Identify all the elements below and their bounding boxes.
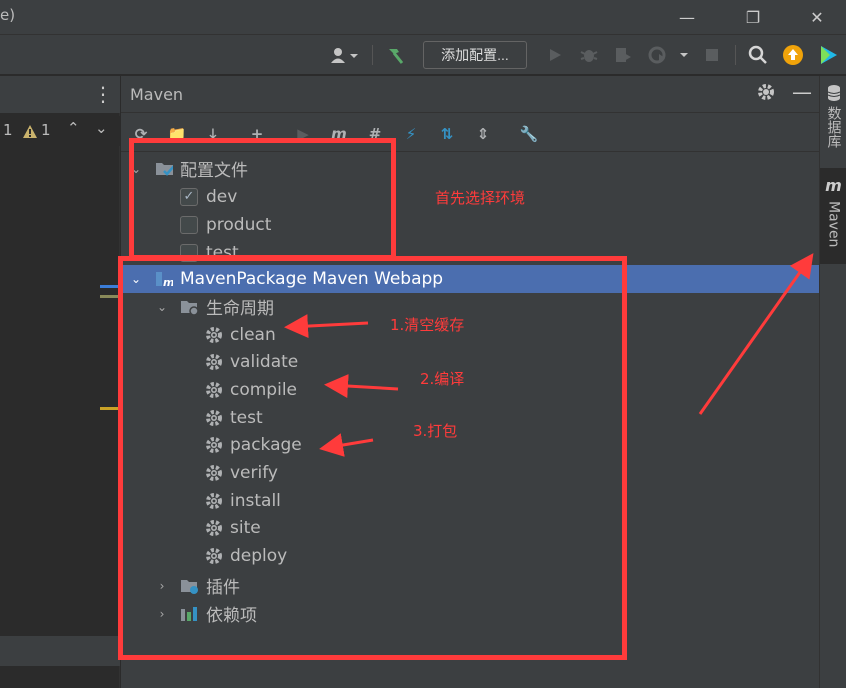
database-icon — [827, 85, 840, 101]
hide-button[interactable]: — — [792, 80, 812, 104]
build-tools-settings-button[interactable]: 🔧 — [518, 123, 540, 145]
chevron-down-icon[interactable]: ⌄ — [95, 119, 108, 137]
run-button[interactable] — [544, 43, 566, 67]
main-toolbar: 添加配置... — [0, 35, 846, 75]
maven-tab-label: Maven — [825, 201, 842, 248]
editor-tab-bar: ⋮ — [0, 76, 120, 113]
change-marker — [100, 407, 120, 410]
settings-button[interactable] — [756, 82, 776, 106]
user-icon — [331, 48, 358, 63]
restore-button[interactable]: ❐ — [730, 0, 776, 35]
annotation-box-profiles — [129, 138, 396, 260]
add-configuration-button[interactable]: 添加配置... — [423, 41, 527, 69]
annotation-step1: 1.清空缓存 — [390, 316, 465, 334]
warning-icon — [23, 125, 37, 138]
maven-header: Maven — — [121, 76, 819, 113]
account-button[interactable] — [325, 43, 363, 67]
update-button[interactable] — [781, 43, 805, 67]
change-marker — [100, 285, 120, 288]
plugin-button[interactable] — [816, 43, 842, 67]
build-button[interactable] — [384, 43, 408, 67]
title-bar: e) — ❐ ✕ — [0, 0, 846, 35]
chevron-up-icon[interactable]: ⌃ — [67, 119, 80, 137]
close-button[interactable]: ✕ — [794, 0, 840, 35]
search-icon — [748, 45, 767, 64]
editor-area: ⋮ 1 1 ⌃ ⌄ — [0, 76, 120, 688]
minimize-icon: — — [679, 8, 695, 27]
annotation-choose-env: 首先选择环境 — [435, 189, 526, 207]
run-icon — [550, 49, 561, 61]
annotation-step2: 2.编译 — [420, 370, 465, 388]
collapse-icon: ⇕ — [476, 125, 490, 143]
maven-tab[interactable]: m Maven — [820, 168, 846, 264]
profiler-icon — [648, 46, 688, 64]
debug-button[interactable] — [578, 43, 600, 67]
maven-title: Maven — [130, 85, 184, 104]
codewithme-icon — [821, 46, 837, 64]
annotation-box-lifecycle — [118, 256, 627, 660]
window-title: e) — [0, 6, 16, 24]
database-tab[interactable]: 数据库 — [820, 84, 846, 164]
lightning-icon: ⚡ — [405, 125, 417, 143]
minimize-button[interactable]: — — [664, 0, 710, 35]
toolbar-separator — [372, 45, 373, 65]
update-icon — [783, 45, 803, 65]
collapse-all-button[interactable]: ⇕ — [472, 123, 494, 145]
change-marker — [100, 295, 120, 298]
coverage-icon — [616, 48, 631, 62]
restore-icon: ❐ — [745, 8, 761, 27]
gear-icon — [758, 84, 774, 100]
expand-icon: ⇅ — [440, 125, 454, 143]
show-dependencies-button[interactable]: ⇅ — [436, 123, 458, 145]
editor-bottom-bar — [0, 636, 120, 666]
more-icon[interactable]: ⋮ — [93, 82, 113, 106]
offline-button[interactable]: ⚡ — [400, 123, 422, 145]
warning-count: 1 — [41, 121, 51, 139]
bug-icon — [580, 50, 598, 62]
close-icon: ✕ — [810, 8, 824, 27]
inspection-widget[interactable]: 1 1 ⌃ ⌄ — [0, 116, 120, 146]
search-button[interactable] — [746, 43, 770, 67]
database-tab-label: 数据库 — [825, 106, 842, 148]
wrench-icon: 🔧 — [519, 125, 539, 143]
right-tool-strip: 数据库 m Maven — [819, 76, 846, 688]
stop-icon — [706, 49, 718, 61]
profile-button[interactable] — [646, 43, 690, 67]
error-count: 1 — [3, 121, 13, 139]
coverage-button[interactable] — [612, 43, 634, 67]
hammer-icon — [389, 49, 404, 64]
maven-m-icon: m — [825, 176, 842, 195]
annotation-step3: 3.打包 — [413, 422, 458, 440]
minimize-icon: — — [792, 80, 812, 104]
stop-button[interactable] — [701, 43, 723, 67]
toolbar-separator — [735, 45, 736, 65]
